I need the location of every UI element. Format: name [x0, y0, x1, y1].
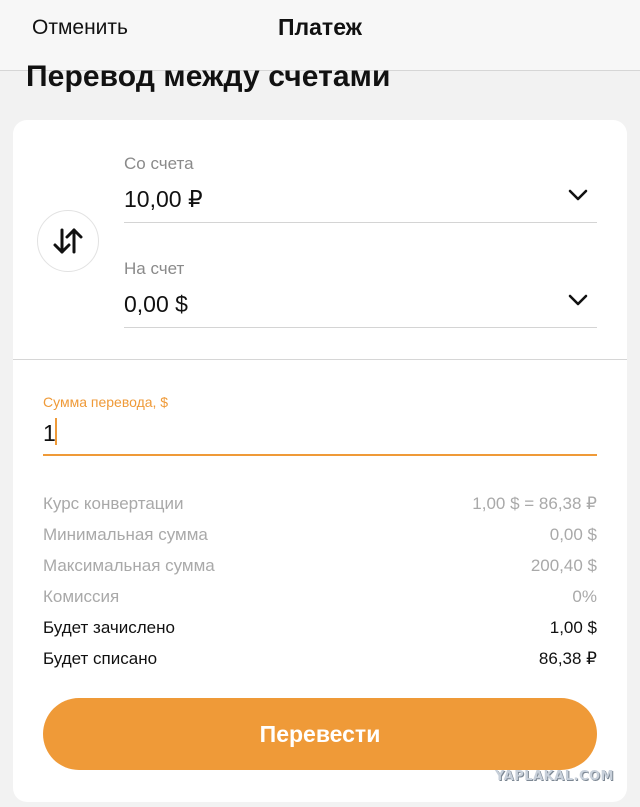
detail-value: 1,00 $ = 86,38 ₽	[472, 494, 597, 513]
from-account-value: 10,00 ₽	[124, 186, 203, 212]
detail-value: 86,38 ₽	[538, 649, 597, 668]
detail-label: Будет зачислено	[43, 618, 175, 637]
swap-arrows-icon	[53, 228, 83, 254]
detail-row-credited: Будет зачислено 1,00 $	[43, 618, 597, 642]
from-account-select[interactable]: Со счета 10,00 ₽	[124, 152, 597, 223]
page-title: Перевод между счетами	[26, 60, 391, 93]
to-account-value: 0,00 $	[124, 291, 188, 317]
chevron-down-icon	[568, 189, 588, 201]
to-account-label: На счет	[124, 259, 185, 278]
amount-label: Сумма перевода, $	[43, 394, 169, 410]
detail-label: Комиссия	[43, 587, 120, 606]
detail-label: Минимальная сумма	[43, 525, 208, 544]
amount-value: 1	[43, 420, 56, 446]
detail-row-min: Минимальная сумма 0,00 $	[43, 525, 597, 549]
detail-value: 200,40 $	[530, 556, 597, 575]
text-caret	[55, 418, 57, 445]
from-account-label: Со счета	[124, 154, 194, 173]
detail-value: 0,00 $	[549, 525, 597, 544]
swap-accounts-button[interactable]	[37, 210, 99, 272]
transfer-card: Со счета 10,00 ₽ На счет 0,00 $ Сумма пе…	[13, 120, 627, 802]
detail-row-fee: Комиссия 0%	[43, 587, 597, 611]
detail-label: Максимальная сумма	[43, 556, 215, 575]
detail-row-rate: Курс конвертации 1,00 $ = 86,38 ₽	[43, 494, 597, 518]
watermark: YAPLAKAL.COM	[495, 769, 614, 784]
detail-value: 0%	[572, 587, 597, 606]
detail-row-debited: Будет списано 86,38 ₽	[43, 649, 597, 673]
chevron-down-icon	[568, 294, 588, 306]
detail-label: Курс конвертации	[43, 494, 184, 513]
detail-value: 1,00 $	[549, 618, 597, 637]
navbar-title: Платеж	[278, 14, 362, 40]
transfer-button[interactable]: Перевести	[43, 698, 597, 770]
amount-input[interactable]: 1	[43, 416, 597, 456]
detail-row-max: Максимальная сумма 200,40 $	[43, 556, 597, 580]
section-divider	[13, 359, 627, 360]
to-account-select[interactable]: На счет 0,00 $	[124, 257, 597, 328]
detail-label: Будет списано	[43, 649, 158, 668]
